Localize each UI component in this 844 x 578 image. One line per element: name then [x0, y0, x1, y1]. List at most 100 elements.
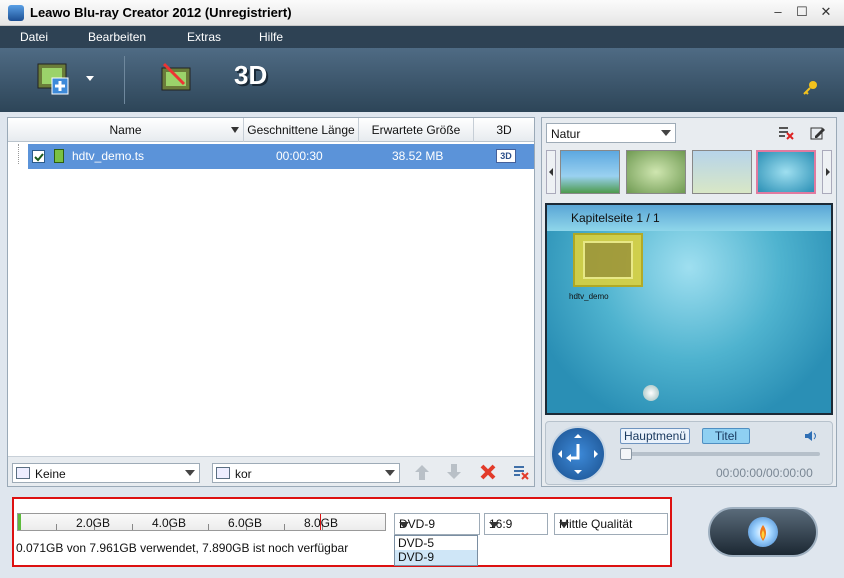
chevron-right-icon [826, 168, 830, 176]
title-button[interactable]: Titel [702, 428, 750, 444]
template-thumb-1[interactable] [560, 150, 620, 194]
gb-label-2: 2.0GB [76, 516, 111, 530]
chevron-down-icon [661, 130, 671, 136]
disc-settings-box: 2.0GB 4.0GB 6.0GB 8.0GB 0.071GB von 7.96… [12, 497, 672, 567]
window-title: Leawo Blu-ray Creator 2012 (Unregistrier… [30, 5, 292, 20]
clear-list-icon [514, 466, 529, 480]
column-3d[interactable]: 3D [474, 118, 534, 142]
quality-select[interactable]: Mittle Qualität [554, 513, 668, 535]
aspect-select[interactable]: 16:9 [484, 513, 548, 535]
preview-play-icon[interactable] [643, 385, 659, 401]
disc-type-select[interactable]: DVD-9 [394, 513, 480, 535]
navigation-pad[interactable] [550, 426, 606, 482]
progress-handle[interactable] [620, 448, 632, 460]
close-button[interactable]: ✕ [816, 3, 836, 21]
menu-bearbeiten[interactable]: Bearbeiten [88, 30, 146, 44]
thumb-scroll-right[interactable] [822, 150, 832, 194]
edit-video-button[interactable] [158, 60, 194, 96]
audio-value: kor [235, 467, 252, 481]
toolbar: 3D [0, 48, 844, 112]
edit-template-button[interactable] [810, 125, 826, 141]
subtitle-select[interactable]: Keine [12, 463, 200, 483]
minimize-button[interactable]: – [768, 3, 788, 21]
template-thumb-3[interactable] [692, 150, 752, 194]
key-icon[interactable] [802, 80, 818, 96]
menu-preview: Kapitelseite 1 / 1 hdtv_demo [545, 203, 833, 415]
arrow-down-icon [447, 464, 461, 479]
file-list-panel: Name Geschnittene Länge Erwartete Größe … [7, 117, 535, 487]
theme-select[interactable]: Natur [546, 123, 676, 143]
menu-bar: Datei Bearbeiten Extras Hilfe [0, 26, 844, 48]
chevron-left-icon [549, 168, 553, 176]
gb-label-8: 8.0GB [304, 516, 339, 530]
move-down-button[interactable] [446, 463, 462, 481]
capacity-tick [284, 524, 285, 530]
chevron-down-icon [489, 522, 499, 528]
maximize-button[interactable]: ☐ [792, 3, 812, 21]
sort-arrow-icon [231, 127, 239, 133]
template-thumb-4-selected[interactable] [756, 150, 816, 194]
menu-datei[interactable]: Datei [20, 30, 48, 44]
disc-type-dropdown: DVD-5 DVD-9 [394, 535, 478, 566]
audio-track-icon [216, 467, 230, 479]
row-checkbox[interactable] [32, 150, 45, 163]
film-add-icon [37, 63, 69, 95]
row-name: hdtv_demo.ts [72, 149, 145, 163]
gb-label-6: 6.0GB [228, 516, 263, 530]
remove-template-icon [779, 127, 794, 140]
column-name[interactable]: Name [8, 118, 244, 142]
title-bar: Leawo Blu-ray Creator 2012 (Unregistrier… [0, 0, 844, 26]
row-size: 38.52 MB [392, 149, 444, 163]
chevron-down-icon [385, 470, 395, 476]
column-length[interactable]: Geschnittene Länge [244, 118, 359, 142]
clear-list-button[interactable] [513, 464, 529, 480]
audio-select[interactable]: kor [212, 463, 400, 483]
thumb-scroll-left[interactable] [546, 150, 556, 194]
video-file-icon [54, 149, 64, 163]
threed-button[interactable]: 3D [234, 60, 270, 96]
remove-template-button[interactable] [778, 125, 794, 141]
capacity-tick [132, 524, 133, 530]
table-header: Name Geschnittene Länge Erwartete Größe … [8, 118, 534, 142]
preview-title: Kapitelseite 1 / 1 [571, 211, 660, 225]
tree-line [18, 144, 19, 164]
option-dvd9[interactable]: DVD-9 [395, 550, 477, 565]
capacity-tick [208, 524, 209, 530]
chevron-down-icon [559, 522, 569, 528]
subtitle-value: Keine [35, 467, 66, 481]
gb-label-4: 4.0GB [152, 516, 187, 530]
column-size[interactable]: Erwartete Größe [359, 118, 474, 142]
delete-button[interactable] [480, 464, 496, 480]
option-dvd5[interactable]: DVD-5 [395, 536, 477, 550]
template-thumb-2[interactable] [626, 150, 686, 194]
add-dropdown-arrow[interactable] [86, 76, 94, 81]
enter-arrow-icon [558, 434, 598, 474]
add-video-button[interactable] [36, 60, 72, 96]
burn-button[interactable] [708, 507, 818, 557]
list-bottom-bar: Keine kor [8, 456, 534, 486]
toolbar-separator [124, 56, 125, 104]
chapter-thumbnail[interactable] [573, 233, 643, 287]
capacity-used-fill [18, 514, 21, 530]
volume-icon[interactable] [804, 430, 818, 442]
row-length: 00:00:30 [276, 149, 323, 163]
subtitle-icon [16, 467, 30, 479]
chevron-down-icon [185, 470, 195, 476]
app-icon [8, 5, 24, 21]
threed-toggle-icon[interactable]: 3D [496, 149, 516, 163]
usage-text: 0.071GB von 7.961GB verwendet, 7.890GB i… [16, 541, 349, 555]
edit-pencil-icon [810, 127, 825, 140]
progress-track[interactable] [620, 452, 820, 456]
menu-template-panel: Natur Kapitelseite 1 / 1 hdtv_demo Haupt… [541, 117, 837, 487]
table-row[interactable]: hdtv_demo.ts 00:00:30 38.52 MB 3D [28, 144, 534, 169]
main-menu-button[interactable]: Hauptmenü [620, 428, 690, 444]
arrow-up-icon [415, 465, 429, 480]
quality-value: Mittle Qualität [559, 517, 633, 531]
menu-extras[interactable]: Extras [187, 30, 221, 44]
chapter-image [583, 241, 633, 279]
menu-hilfe[interactable]: Hilfe [259, 30, 283, 44]
capacity-limit-marker [320, 514, 321, 530]
disc-burn-icon [748, 517, 778, 547]
move-up-button[interactable] [414, 463, 430, 481]
delete-x-icon [480, 464, 496, 480]
